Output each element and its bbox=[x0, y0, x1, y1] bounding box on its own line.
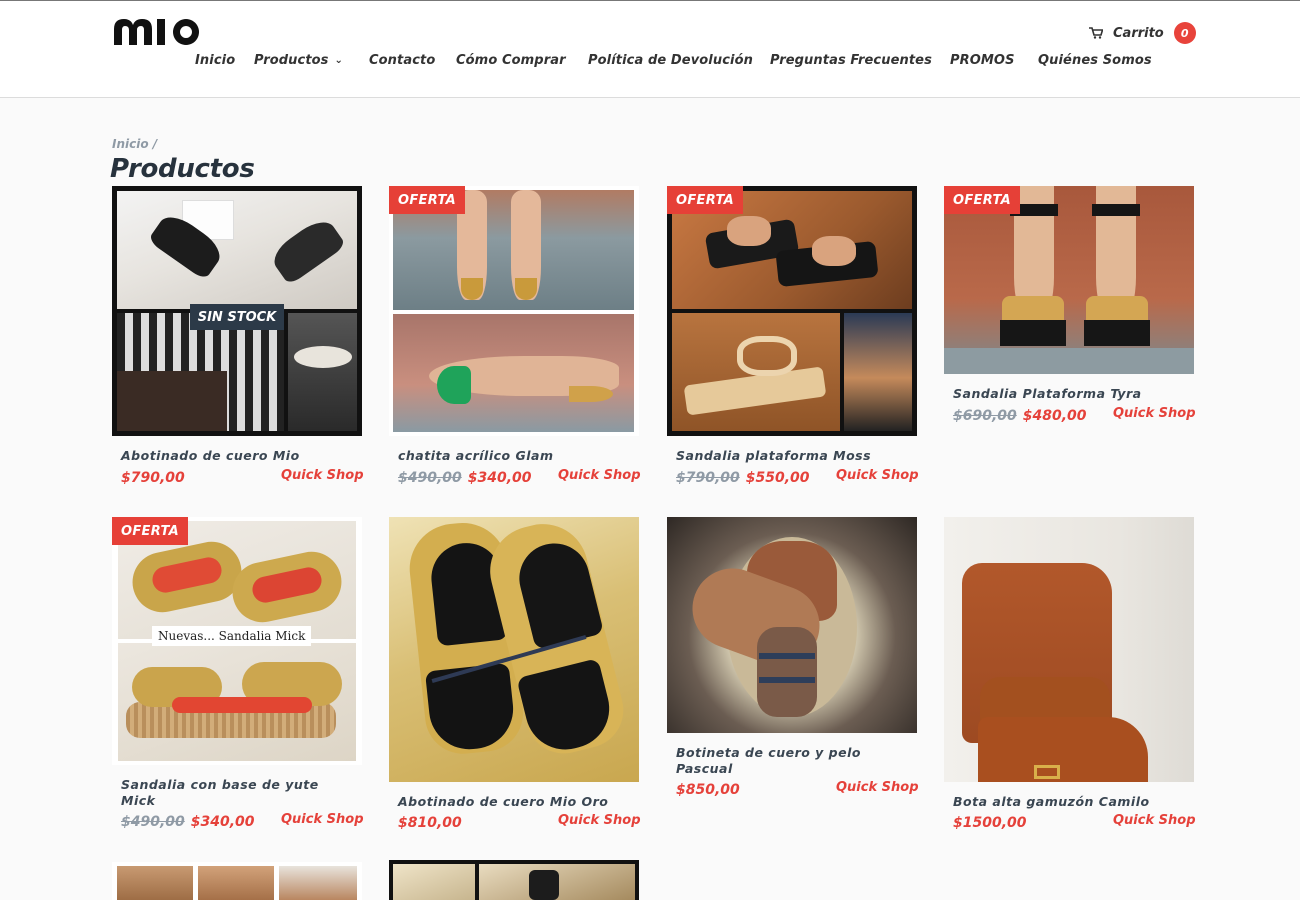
product-price: $550,00 bbox=[745, 470, 810, 486]
product-price: $1500,00 bbox=[953, 815, 1027, 831]
product-card: OFERTA Sandalia plataforma Moss $790,00 $… bbox=[667, 186, 919, 486]
price-row: $790,00 $550,00 bbox=[676, 470, 810, 486]
product-image[interactable] bbox=[112, 862, 362, 900]
nav-productos-label: Productos bbox=[254, 53, 329, 68]
quick-shop-button[interactable]: Quick Shop bbox=[836, 468, 919, 483]
product-old-price: $490,00 bbox=[398, 470, 462, 486]
product-name[interactable]: Abotinado de cuero Mio Oro bbox=[398, 794, 618, 810]
product-name[interactable]: Sandalia con base de yute Mick bbox=[121, 777, 341, 809]
product-card: SIN STOCK Abotinado de cuero Mio $790,00… bbox=[112, 186, 364, 486]
nav-quienes-somos[interactable]: Quiénes Somos bbox=[1038, 53, 1152, 68]
product-image[interactable] bbox=[389, 517, 639, 782]
product-image[interactable] bbox=[667, 517, 917, 733]
offer-badge: OFERTA bbox=[389, 186, 465, 214]
nav-como-comprar[interactable]: Cómo Comprar bbox=[456, 53, 566, 68]
quick-shop-button[interactable]: Quick Shop bbox=[558, 468, 641, 483]
product-name[interactable]: Bota alta gamuzón Camilo bbox=[953, 794, 1173, 810]
product-card bbox=[112, 862, 364, 900]
product-image[interactable]: OFERTA bbox=[667, 186, 917, 436]
product-image[interactable]: OFERTA bbox=[944, 186, 1194, 374]
product-image[interactable]: Nuevas... Sandalia Mick OFERTA bbox=[112, 517, 362, 765]
product-image[interactable]: OFERTA bbox=[389, 186, 639, 436]
price-row: $490,00 $340,00 bbox=[121, 814, 255, 830]
product-name[interactable]: Botineta de cuero y pelo Pascual bbox=[676, 745, 896, 777]
quick-shop-button[interactable]: Quick Shop bbox=[281, 812, 364, 827]
site-header: Inicio Productos ⌄ Contacto Cómo Comprar … bbox=[0, 1, 1300, 98]
product-card bbox=[389, 860, 641, 900]
product-image[interactable] bbox=[389, 860, 639, 900]
nav-contacto[interactable]: Contacto bbox=[369, 53, 435, 68]
quick-shop-button[interactable]: Quick Shop bbox=[1113, 813, 1196, 828]
cart-count-badge: 0 bbox=[1173, 22, 1196, 44]
price-row: $810,00 bbox=[398, 815, 462, 831]
price-row: $850,00 bbox=[676, 782, 740, 798]
product-card: Nuevas... Sandalia Mick OFERTA Sandalia … bbox=[112, 517, 364, 837]
cart-label: Carrito bbox=[1113, 25, 1164, 41]
nav-politica-devolucion[interactable]: Política de Devolución bbox=[588, 53, 753, 68]
product-price: $340,00 bbox=[190, 814, 255, 830]
product-name[interactable]: Abotinado de cuero Mio bbox=[121, 448, 341, 464]
product-card: OFERTA chatita acrílico Glam $490,00 $340… bbox=[389, 186, 641, 486]
product-price: $850,00 bbox=[676, 782, 740, 798]
product-price: $810,00 bbox=[398, 815, 462, 831]
page-title: Productos bbox=[110, 154, 255, 184]
nav-preguntas-frecuentes[interactable]: Preguntas Frecuentes bbox=[770, 53, 932, 68]
breadcrumb-separator: / bbox=[152, 137, 158, 151]
product-old-price: $490,00 bbox=[121, 814, 185, 830]
store-logo[interactable] bbox=[112, 15, 206, 47]
product-card: OFERTA Sandalia Plataforma Tyra $690,00 $… bbox=[944, 186, 1196, 436]
image-caption: Nuevas... Sandalia Mick bbox=[152, 626, 312, 646]
product-name[interactable]: Sandalia plataforma Moss bbox=[676, 448, 896, 464]
product-name[interactable]: Sandalia Plataforma Tyra bbox=[953, 386, 1173, 402]
quick-shop-button[interactable]: Quick Shop bbox=[281, 468, 364, 483]
price-row: $790,00 bbox=[121, 470, 185, 486]
offer-badge: OFERTA bbox=[667, 186, 743, 214]
offer-badge: OFERTA bbox=[944, 186, 1020, 214]
offer-badge: OFERTA bbox=[112, 517, 188, 545]
nav-promos[interactable]: PROMOS bbox=[950, 53, 1015, 68]
quick-shop-button[interactable]: Quick Shop bbox=[1113, 406, 1196, 421]
product-old-price: $790,00 bbox=[676, 470, 740, 486]
product-name[interactable]: chatita acrílico Glam bbox=[398, 448, 618, 464]
product-card: Botineta de cuero y pelo Pascual $850,00… bbox=[667, 517, 919, 817]
product-price: $340,00 bbox=[467, 470, 532, 486]
product-image[interactable] bbox=[944, 517, 1194, 782]
no-stock-badge: SIN STOCK bbox=[190, 304, 284, 330]
product-price: $480,00 bbox=[1022, 408, 1087, 424]
product-image[interactable]: SIN STOCK bbox=[112, 186, 362, 436]
quick-shop-button[interactable]: Quick Shop bbox=[836, 780, 919, 795]
cart-button[interactable]: Carrito 0 bbox=[1089, 21, 1196, 45]
nav-productos[interactable]: Productos ⌄ bbox=[254, 53, 343, 68]
product-card: Abotinado de cuero Mio Oro $810,00 Quick… bbox=[389, 517, 641, 837]
quick-shop-button[interactable]: Quick Shop bbox=[558, 813, 641, 828]
price-row: $690,00 $480,00 bbox=[953, 408, 1087, 424]
cart-icon bbox=[1089, 27, 1103, 39]
product-card: Bota alta gamuzón Camilo $1500,00 Quick … bbox=[944, 517, 1196, 837]
product-old-price: $690,00 bbox=[953, 408, 1017, 424]
breadcrumb-home-link[interactable]: Inicio bbox=[112, 137, 149, 151]
chevron-down-icon: ⌄ bbox=[334, 55, 344, 66]
price-row: $1500,00 bbox=[953, 815, 1027, 831]
product-price: $790,00 bbox=[121, 470, 185, 486]
main-nav: Inicio Productos ⌄ Contacto Cómo Comprar … bbox=[0, 53, 1300, 73]
price-row: $490,00 $340,00 bbox=[398, 470, 532, 486]
nav-inicio[interactable]: Inicio bbox=[195, 53, 235, 68]
breadcrumb: Inicio / bbox=[112, 137, 157, 151]
